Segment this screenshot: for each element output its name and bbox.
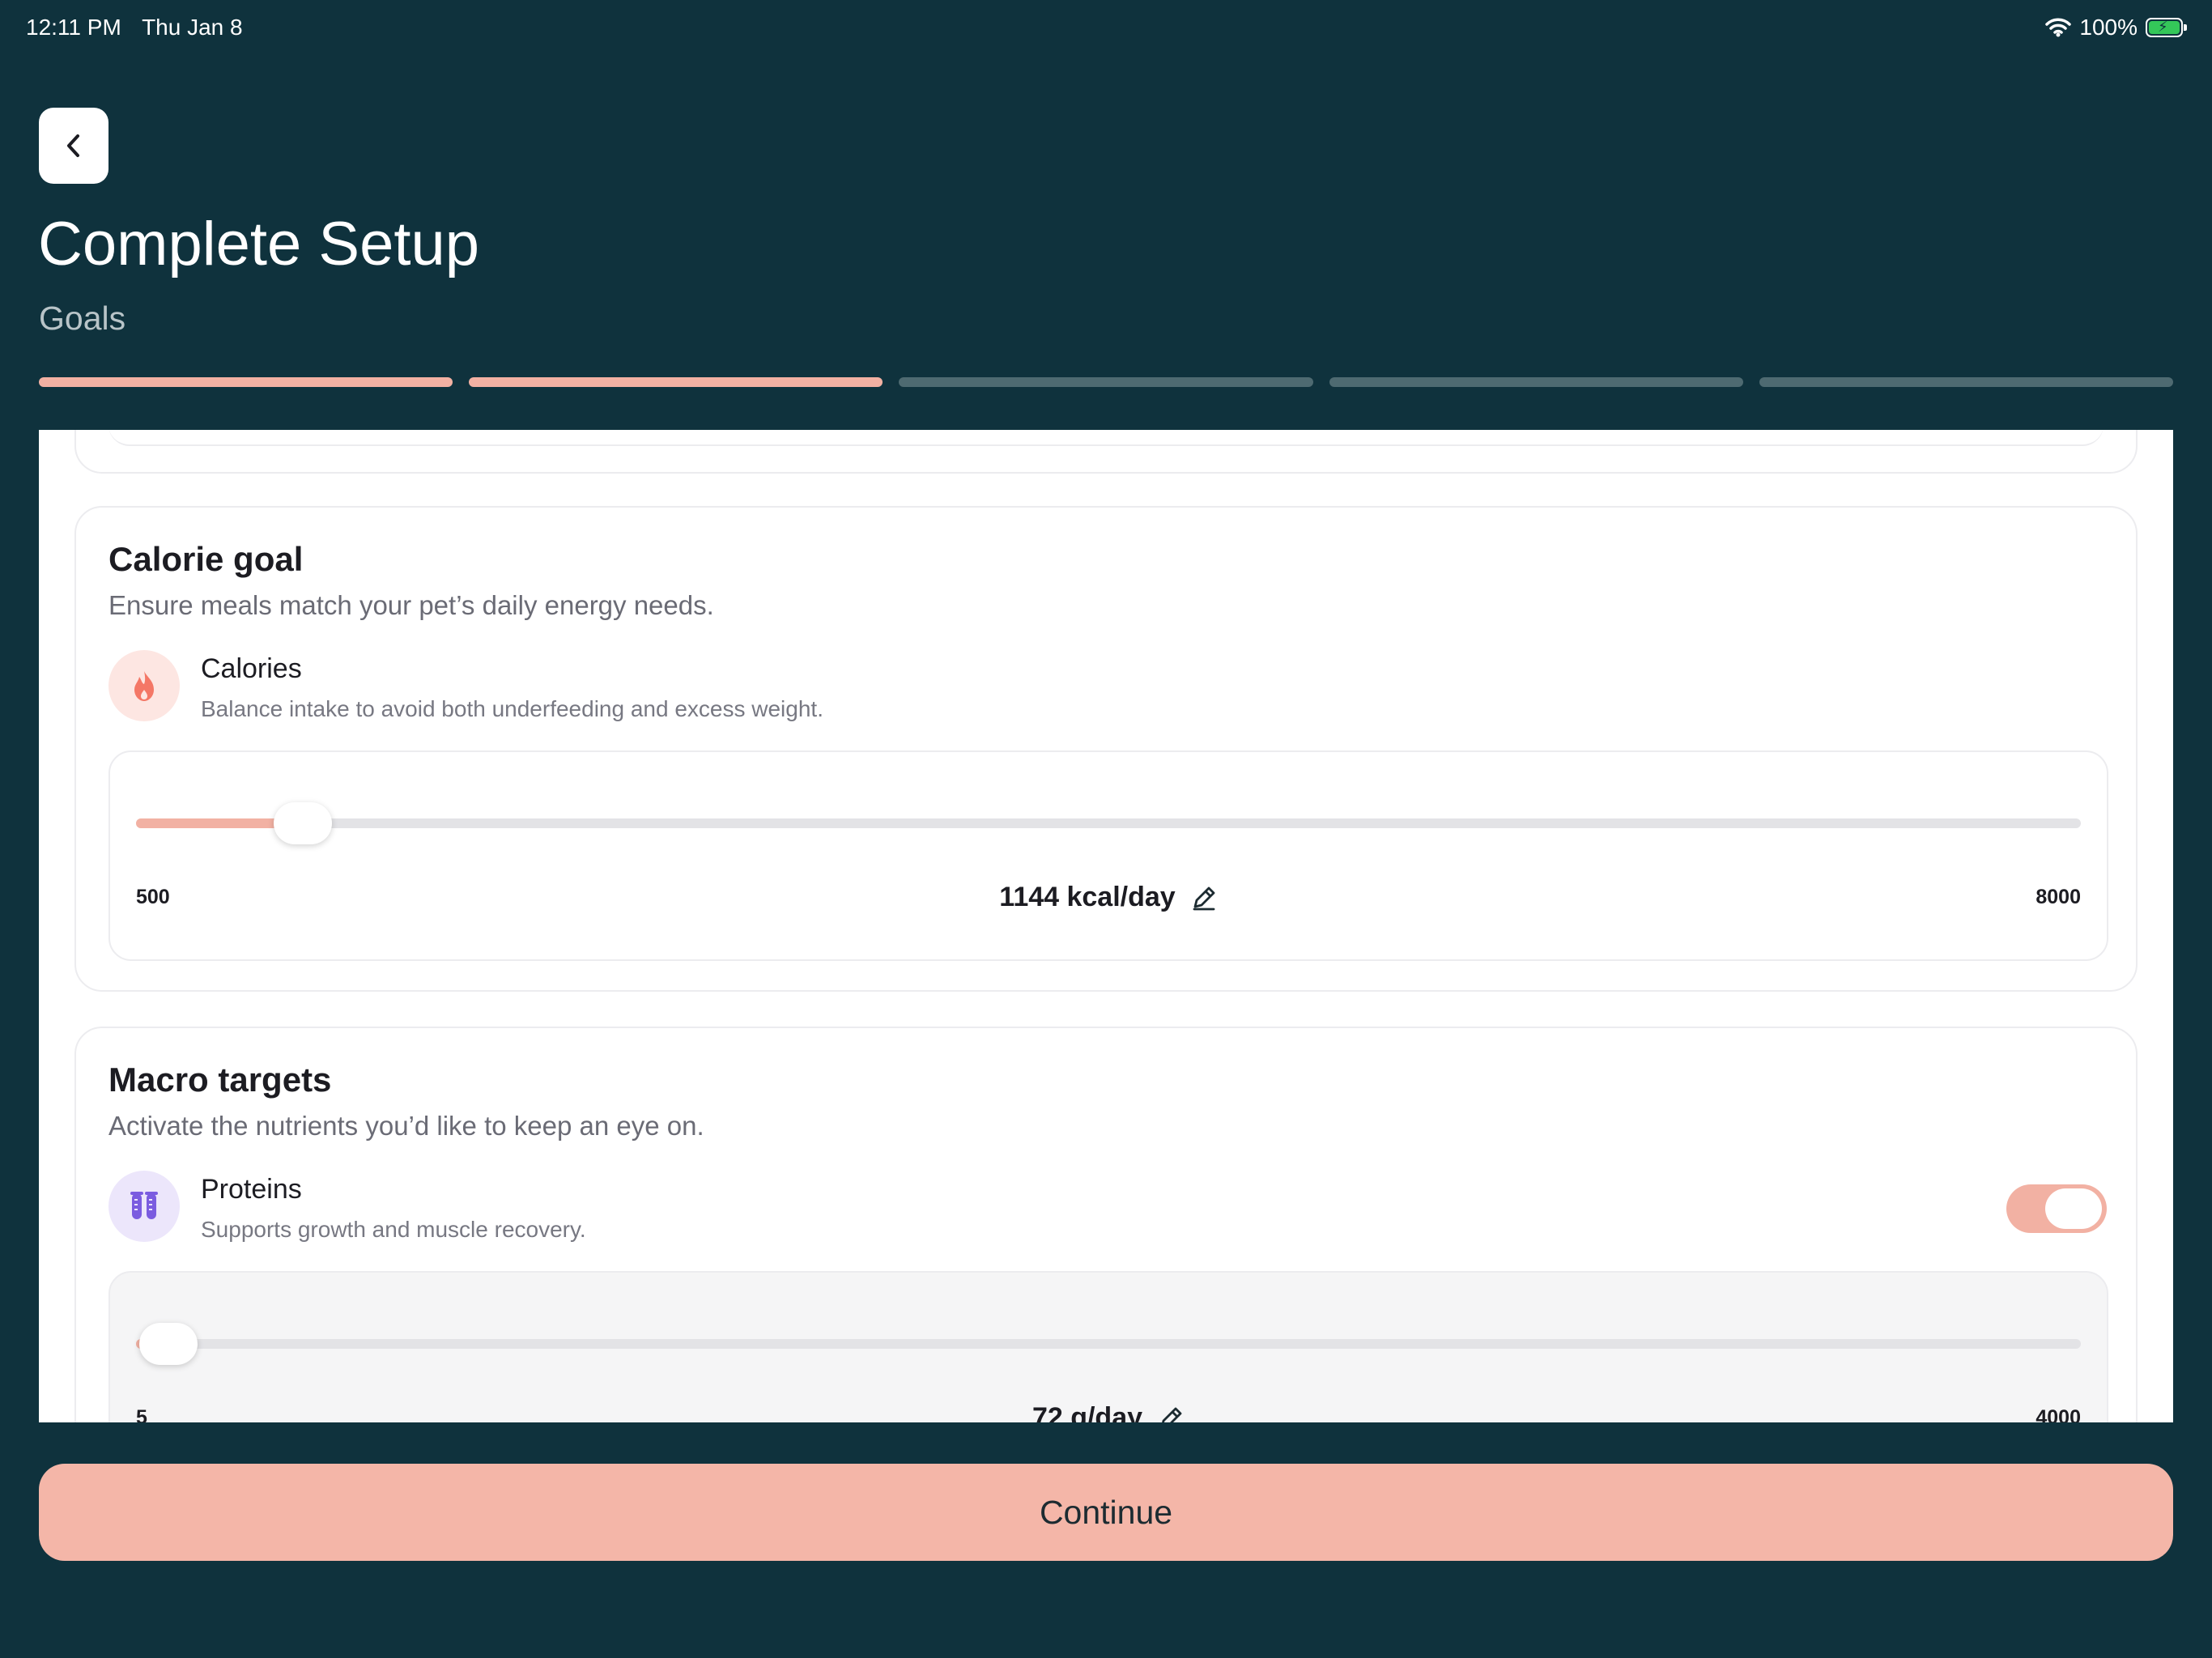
progress-step-1 — [39, 377, 453, 387]
calorie-value-text: 1144 kcal/day — [999, 882, 1176, 912]
macro-targets-description: Activate the nutrients you’d like to kee… — [108, 1111, 704, 1141]
battery-percent: 100% — [2079, 15, 2138, 40]
protein-slider-track[interactable] — [136, 1323, 2081, 1365]
calorie-slider-track[interactable] — [136, 802, 2081, 844]
protein-max-label: 4000 — [2035, 1406, 2081, 1422]
calories-label: Calories — [201, 653, 302, 684]
wifi-icon — [2045, 18, 2072, 37]
edit-pencil-icon[interactable] — [1157, 1405, 1185, 1423]
continue-button[interactable]: Continue — [39, 1464, 2173, 1561]
calorie-slider-box: 500 1144 kcal/day 8000 — [108, 750, 2108, 961]
page-subtitle: Goals — [39, 300, 126, 337]
previous-card — [74, 430, 2138, 474]
macro-targets-title: Macro targets — [108, 1061, 332, 1099]
calorie-goal-title: Calorie goal — [108, 540, 304, 578]
battery-icon: ⚡ — [2146, 18, 2187, 37]
flame-icon — [108, 650, 180, 721]
status-date: Thu Jan 8 — [142, 15, 243, 40]
proteins-label: Proteins — [201, 1174, 302, 1205]
status-time: 12:11 PM — [26, 15, 121, 40]
proteins-toggle[interactable] — [2006, 1184, 2107, 1233]
calories-description: Balance intake to avoid both underfeedin… — [201, 696, 823, 721]
status-time-date: 12:11 PM Thu Jan 8 — [26, 15, 257, 40]
progress-step-4 — [1329, 377, 1743, 387]
back-button[interactable] — [39, 108, 108, 184]
protein-slider-thumb[interactable] — [139, 1323, 198, 1365]
status-indicators: 100% ⚡ — [2045, 15, 2187, 40]
status-bar: 12:11 PM Thu Jan 8 100% ⚡ — [0, 0, 2212, 57]
chevron-left-icon — [67, 134, 79, 157]
progress-step-2 — [469, 377, 883, 387]
protein-value-text: 72 g/day — [1032, 1402, 1143, 1422]
protein-value[interactable]: 72 g/day — [110, 1402, 2107, 1422]
calorie-value[interactable]: 1144 kcal/day — [110, 882, 2107, 913]
calorie-slider-thumb[interactable] — [274, 802, 333, 844]
progress-step-3 — [899, 377, 1313, 387]
macro-targets-card: Macro targets Activate the nutrients you… — [74, 1027, 2138, 1422]
goals-scroll-area[interactable]: Calorie goal Ensure meals match your pet… — [39, 430, 2173, 1422]
protein-slider-box: 5 72 g/day 4000 — [108, 1271, 2108, 1422]
page-title: Complete Setup — [38, 210, 479, 278]
calorie-goal-description: Ensure meals match your pet’s daily ener… — [108, 590, 714, 620]
proteins-description: Supports growth and muscle recovery. — [201, 1217, 586, 1242]
calorie-max-label: 8000 — [2035, 886, 2081, 908]
step-progress — [39, 377, 2174, 387]
calorie-goal-card: Calorie goal Ensure meals match your pet… — [74, 506, 2138, 992]
progress-step-5 — [1759, 377, 2174, 387]
edit-pencil-icon[interactable] — [1190, 884, 1218, 912]
test-tubes-icon — [108, 1171, 180, 1242]
